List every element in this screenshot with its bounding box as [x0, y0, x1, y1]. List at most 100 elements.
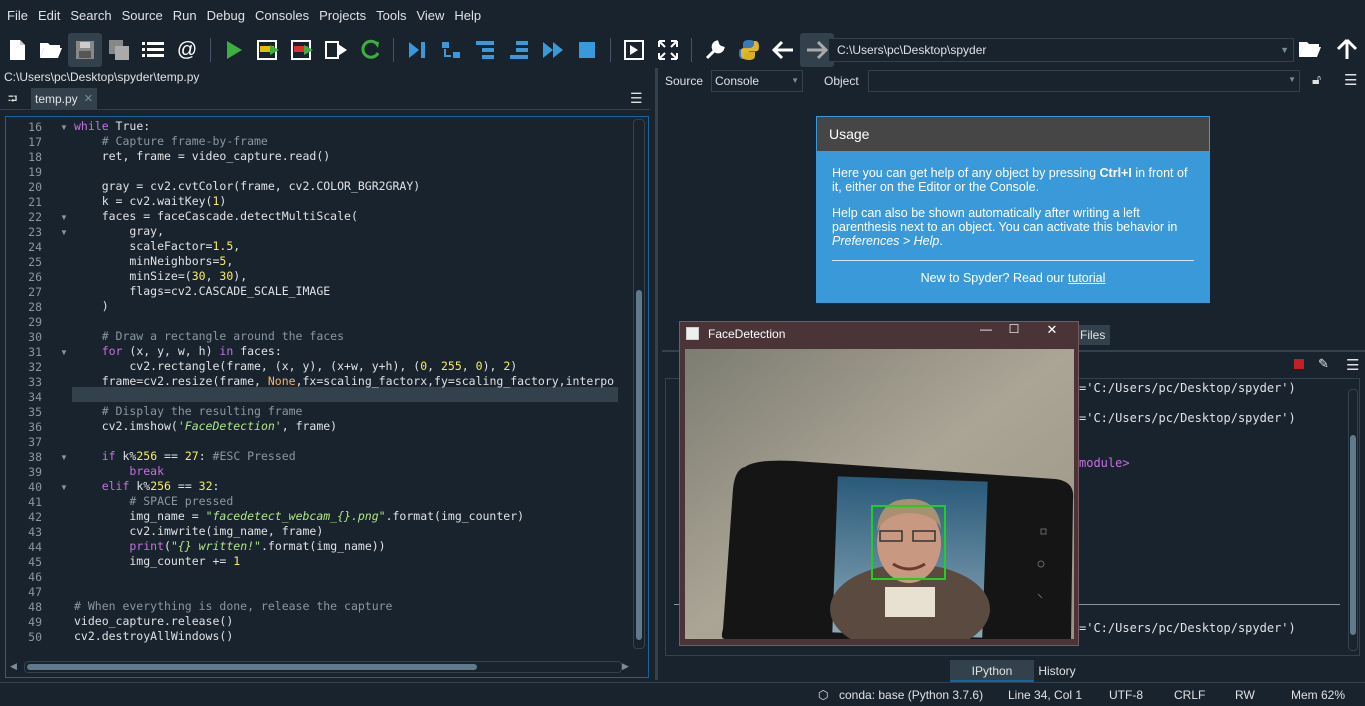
usage-paragraph: Here you can get help of any object by p… [832, 166, 1194, 194]
line-number: 24 [28, 240, 42, 254]
vertical-scrollbar[interactable] [633, 119, 645, 649]
parent-directory-icon[interactable] [1336, 38, 1358, 63]
open-file-icon[interactable] [34, 33, 68, 67]
browse-folder-icon[interactable] [1298, 38, 1322, 63]
scrollbar-thumb[interactable] [1350, 435, 1356, 635]
minimize-icon[interactable]: — [972, 322, 1000, 340]
tab-temp-py[interactable]: temp.py ✕ [31, 88, 97, 110]
eraser-icon[interactable]: ✎ [1318, 356, 1329, 372]
fold-marker-icon[interactable]: ▼ [60, 123, 68, 132]
horizontal-scrollbar[interactable] [24, 661, 622, 673]
pane-splitter[interactable] [655, 68, 658, 680]
line-number: 26 [28, 270, 42, 284]
line-number: 41 [28, 495, 42, 509]
tab-ipython-console[interactable]: IPython console [950, 660, 1034, 700]
step-icon[interactable] [434, 33, 468, 67]
tutorial-link[interactable]: tutorial [1068, 271, 1106, 285]
webcam-frame-image [685, 349, 1074, 639]
close-icon[interactable]: ✕ [1034, 322, 1070, 340]
menu-search[interactable]: Search [65, 0, 116, 32]
scroll-left-icon[interactable]: ◀ [10, 661, 17, 672]
fold-marker-icon[interactable]: ▼ [60, 453, 68, 462]
rerun-icon[interactable] [353, 33, 387, 67]
new-file-icon[interactable] [0, 33, 34, 67]
menu-edit[interactable]: Edit [33, 0, 65, 32]
line-number: 35 [28, 405, 42, 419]
save-icon[interactable] [68, 33, 102, 67]
object-input[interactable]: ▼ [868, 70, 1300, 92]
options-menu-icon[interactable]: ☰ [630, 90, 643, 107]
scroll-right-icon[interactable]: ▶ [622, 661, 629, 672]
debug-icon[interactable] [400, 33, 434, 67]
line-number: 36 [28, 420, 42, 434]
usage-text: Here you can get help of any object by p… [832, 166, 1100, 180]
scrollbar-thumb[interactable] [636, 290, 642, 640]
maximize-icon[interactable]: ☐ [1000, 322, 1028, 340]
usage-title: Usage [817, 117, 1209, 151]
scrollbar-thumb[interactable] [27, 664, 477, 670]
usage-body: Here you can get help of any object by p… [817, 151, 1209, 302]
run-cell-advance-icon[interactable] [285, 33, 319, 67]
options-menu-icon[interactable]: ☰ [1346, 356, 1359, 374]
fold-marker-icon[interactable]: ▼ [60, 213, 68, 222]
usage-text: New to Spyder? Read our [920, 271, 1068, 285]
source-select[interactable]: Console ▼ [711, 70, 803, 92]
console-scrollbar[interactable] [1348, 389, 1358, 651]
fullscreen-icon[interactable] [651, 33, 685, 67]
toolbar-separator [691, 38, 692, 62]
continue-icon[interactable] [536, 33, 570, 67]
python-icon[interactable] [732, 33, 766, 67]
line-number: 43 [28, 525, 42, 539]
menu-projects[interactable]: Projects [314, 0, 371, 32]
back-arrow-icon[interactable] [766, 33, 800, 67]
line-number: 18 [28, 150, 42, 164]
face-detection-window[interactable]: FaceDetection — ☐ ✕ [679, 321, 1079, 646]
editor-file-path: C:\Users\pc\Desktop\spyder\temp.py [4, 70, 200, 84]
menu-source[interactable]: Source [117, 0, 168, 32]
fold-marker-icon[interactable]: ▼ [60, 228, 68, 237]
tab-files[interactable]: Files [1074, 325, 1110, 345]
stop-kernel-icon[interactable] [1294, 359, 1304, 369]
line-number: 22 [28, 210, 42, 224]
line-number: 32 [28, 360, 42, 374]
line-number: 42 [28, 510, 42, 524]
lock-icon[interactable]: 🔓︎ [1312, 71, 1321, 88]
console-output-line: ='C:/Users/pc/Desktop/spyder') [1079, 621, 1296, 635]
menu-view[interactable]: View [411, 0, 449, 32]
fold-marker-icon[interactable]: ▼ [60, 348, 68, 357]
menu-consoles[interactable]: Consoles [250, 0, 314, 32]
line-number: 33 [28, 375, 42, 389]
menu-run[interactable]: Run [168, 0, 202, 32]
stop-debug-icon[interactable] [570, 33, 604, 67]
status-encoding: UTF-8 [1109, 688, 1143, 702]
code-editor[interactable]: 16 17 18 19 20 21 22 23 24 25 26 27 28 29 30 31 32 33 34 35… [5, 116, 649, 678]
line-number: 28 [28, 300, 42, 314]
menu-help[interactable]: Help [449, 0, 486, 32]
options-menu-icon[interactable]: ☰ [1344, 71, 1357, 89]
run-icon[interactable] [217, 33, 251, 67]
maximize-pane-icon[interactable] [617, 33, 651, 67]
menu-file[interactable]: File [2, 0, 33, 32]
run-selection-icon[interactable] [319, 33, 353, 67]
line-number: 17 [28, 135, 42, 149]
help-toolbar: Source Console ▼ Object ▼ 🔓︎ ☰ [660, 68, 1365, 94]
run-cell-icon[interactable] [251, 33, 285, 67]
step-into-icon[interactable] [468, 33, 502, 67]
close-icon[interactable]: ✕ [84, 88, 93, 110]
wrench-icon[interactable] [698, 33, 732, 67]
at-icon[interactable]: @ [170, 33, 204, 67]
working-directory-combo[interactable]: C:\Users\pc\Desktop\spyder ▼ [828, 38, 1294, 62]
line-number: 29 [28, 315, 42, 329]
list-icon[interactable] [136, 33, 170, 67]
toolbar-separator [610, 38, 611, 62]
menu-debug[interactable]: Debug [202, 0, 250, 32]
step-return-icon[interactable] [502, 33, 536, 67]
save-all-icon[interactable] [102, 33, 136, 67]
object-label: Object [824, 74, 859, 88]
tab-history[interactable]: History [1036, 660, 1078, 682]
line-number: 39 [28, 465, 42, 479]
menu-tools[interactable]: Tools [371, 0, 411, 32]
fold-marker-icon[interactable]: ▼ [60, 483, 68, 492]
browse-tabs-icon[interactable]: ⮒ [8, 90, 17, 111]
status-permissions: RW [1235, 688, 1255, 702]
